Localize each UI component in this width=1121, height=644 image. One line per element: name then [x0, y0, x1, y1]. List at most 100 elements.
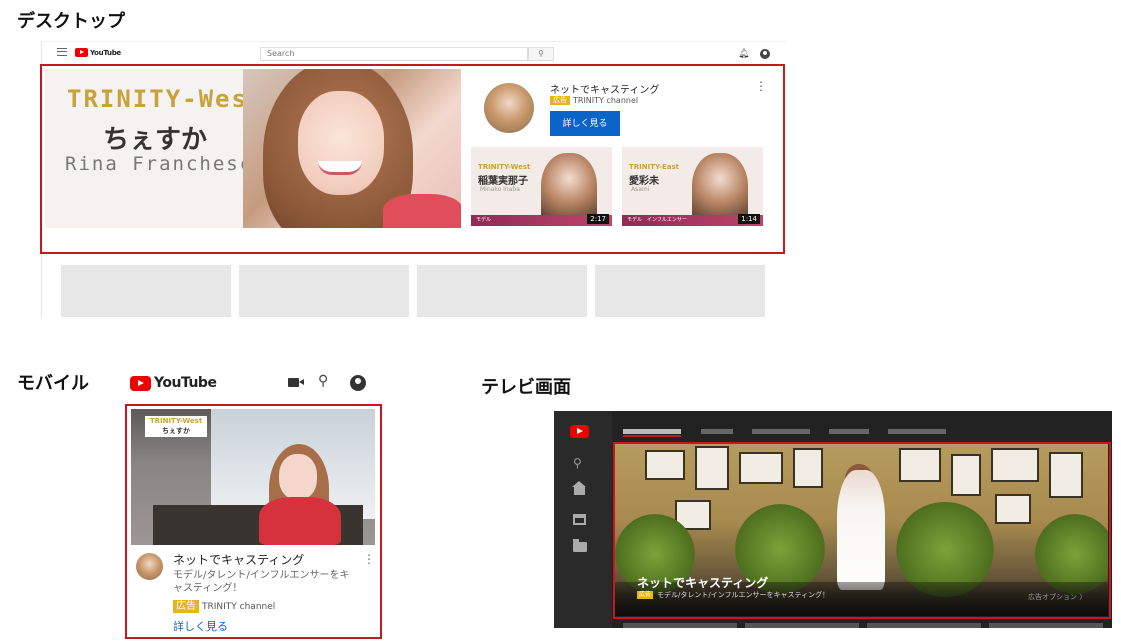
scene-frame: [793, 448, 823, 488]
youtube-logo[interactable]: [570, 425, 589, 438]
tv-masthead-ad[interactable]: ネットでキャスティング 広告 モデル/タレント/インフルエンサーをキャスティング…: [613, 442, 1111, 619]
tv-tab[interactable]: [829, 429, 869, 434]
video-placeholder: [745, 623, 859, 628]
tv-tab[interactable]: [752, 429, 810, 434]
video-placeholder: [595, 265, 765, 317]
ad-title: ネットでキャスティング: [637, 576, 769, 590]
scene-frame: [695, 446, 729, 490]
masthead-name-en: Rina Franchesca: [65, 153, 267, 175]
ad-badge: 広告: [637, 591, 654, 599]
youtube-logo-text: YouTube: [90, 48, 121, 57]
home-icon[interactable]: [572, 481, 586, 495]
tv-next-row: [623, 623, 1103, 628]
masthead-name-jp: ちぇすか: [103, 125, 208, 155]
youtube-logo-text: YouTube: [154, 375, 217, 391]
video-thumbnail[interactable]: TRINITY-West 稲葉実那子 Minako Inaba モデル 2:17: [471, 147, 612, 226]
thumbnail-brand: TRINITY-West: [478, 163, 531, 171]
mobile-section-label: モバイル: [17, 373, 89, 394]
more-options-icon[interactable]: ⋮: [363, 552, 375, 566]
youtube-play-icon: [75, 48, 88, 57]
thumbnail-roman: Minako Inaba: [480, 186, 520, 193]
search-icon[interactable]: ⚲: [573, 457, 586, 469]
ad-description: モデル/タレント/インフルエンサーをキャスティング！: [657, 591, 830, 599]
desktop-mockup: YouTube Search ⚲ 🔔︎ TRINITY-West ちぇすか Ri…: [40, 41, 786, 318]
ad-options-button[interactable]: 広告オプション 〉: [1028, 592, 1086, 602]
mobile-header: YouTube ⚲: [121, 364, 383, 402]
masthead-photo: [243, 69, 461, 228]
hero-name: ちぇすか: [162, 427, 190, 435]
account-icon[interactable]: [760, 49, 770, 59]
youtube-logo[interactable]: YouTube: [130, 375, 217, 391]
tv-tab-bar: [623, 429, 953, 434]
video-thumbnail[interactable]: TRINITY-East 愛彩未 Asami モデル インフルエンサー 1:14: [622, 147, 763, 226]
hero-dress: [259, 497, 341, 545]
tv-tab[interactable]: [888, 429, 946, 434]
scene-frame: [995, 494, 1031, 524]
scene-frame: [899, 448, 941, 482]
ad-title[interactable]: ネットでキャスティング: [550, 81, 659, 96]
account-icon[interactable]: [350, 375, 366, 391]
mobile-ad-card[interactable]: TRINITY-West ちぇすか ネットでキャスティング ⋮ モデル/タレント…: [125, 404, 382, 639]
youtube-logo[interactable]: YouTube: [75, 48, 121, 57]
ad-meta: 広告 TRINITY channel: [173, 600, 275, 613]
tv-tab-underline: [623, 435, 681, 437]
video-grid-placeholder: [61, 265, 765, 317]
camera-icon[interactable]: [288, 378, 304, 387]
search-icon[interactable]: ⚲: [318, 373, 328, 389]
hero-brand-box: TRINITY-West ちぇすか: [145, 416, 207, 437]
youtube-play-icon: [130, 375, 151, 391]
tv-tab[interactable]: [701, 429, 733, 434]
masthead-ad[interactable]: TRINITY-West ちぇすか Rina Franchesca ネットでキャ…: [40, 64, 785, 254]
tv-side-rail: ⚲: [554, 411, 612, 628]
ad-channel[interactable]: TRINITY channel: [202, 602, 275, 612]
avatar[interactable]: [136, 553, 163, 580]
masthead-photo-face: [298, 91, 384, 195]
video-placeholder: [989, 623, 1103, 628]
learn-more-button[interactable]: 詳しく見る: [550, 111, 620, 136]
thumbnail-brand: TRINITY-East: [629, 163, 679, 171]
ad-badge: 広告: [550, 96, 570, 105]
hero-face: [279, 454, 317, 500]
scene-frame: [1049, 452, 1083, 498]
ad-title[interactable]: ネットでキャスティング: [173, 551, 304, 568]
search-button[interactable]: ⚲: [528, 47, 554, 61]
search-icon: ⚲: [538, 49, 544, 58]
scene-bride: [837, 470, 885, 590]
library-icon[interactable]: [573, 539, 587, 552]
tv-mockup: ⚲ ネットでキャスティング 広告 モデル/タレント/インフルエンサーをキャスティ…: [554, 411, 1112, 628]
avatar[interactable]: [484, 83, 534, 133]
ad-channel[interactable]: TRINITY channel: [573, 96, 638, 105]
duration-badge: 2:17: [587, 214, 609, 224]
desktop-top-bar: YouTube Search ⚲ 🔔︎: [42, 42, 786, 64]
subscriptions-icon[interactable]: [573, 514, 586, 525]
mobile-mockup: YouTube ⚲ TRINITY-West ちぇすか ネットでキャスティング …: [121, 364, 383, 639]
mobile-ad-hero[interactable]: TRINITY-West ちぇすか: [131, 409, 375, 545]
ad-meta: 広告 TRINITY channel: [550, 96, 638, 105]
scene-frame: [991, 448, 1039, 482]
menu-icon[interactable]: [57, 48, 67, 56]
tv-tab[interactable]: [623, 429, 681, 434]
masthead-brand: TRINITY-West: [67, 85, 265, 113]
video-placeholder: [239, 265, 409, 317]
search-input[interactable]: Search: [260, 47, 528, 61]
video-placeholder: [623, 623, 737, 628]
thumbnail-name: 稲葉実那子: [478, 176, 528, 187]
desktop-section-label: デスクトップ: [17, 11, 125, 32]
thumbnail-name: 愛彩未: [629, 176, 659, 187]
ad-badge: 広告: [173, 600, 199, 613]
video-placeholder: [417, 265, 587, 317]
masthead-photo-dress: [383, 194, 461, 228]
ad-meta: 広告 モデル/タレント/インフルエンサーをキャスティング！: [637, 590, 829, 600]
more-options-icon[interactable]: ⋮: [755, 79, 767, 93]
video-placeholder: [61, 265, 231, 317]
scene-frame: [951, 454, 981, 496]
learn-more-link[interactable]: 詳しく見る: [173, 618, 228, 634]
masthead-banner: TRINITY-West ちぇすか Rina Franchesca ネットでキャ…: [45, 69, 779, 228]
scene-frame: [645, 450, 685, 480]
hero-brand: TRINITY-West: [149, 417, 203, 425]
video-placeholder: [867, 623, 981, 628]
scene-frame: [739, 452, 783, 484]
bell-icon[interactable]: 🔔︎: [738, 49, 749, 59]
duration-badge: 1:14: [738, 214, 760, 224]
masthead-ad-panel: ネットでキャスティング 広告 TRINITY channel 詳しく見る ⋮ T…: [461, 69, 779, 228]
